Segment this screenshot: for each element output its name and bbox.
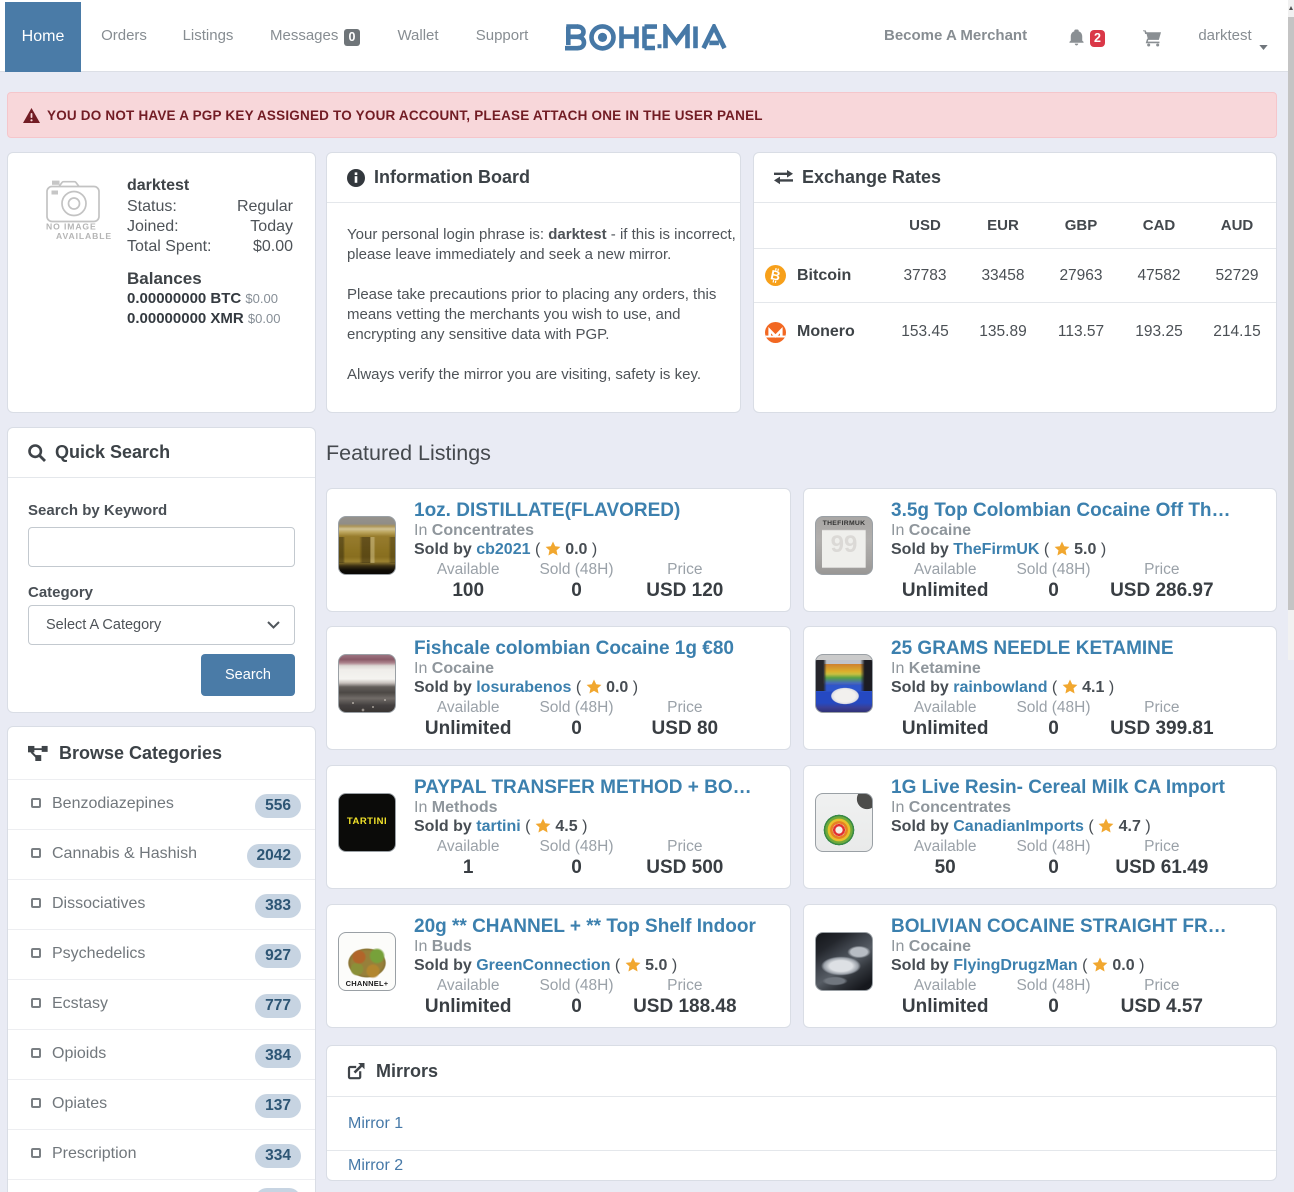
svg-text:NO IMAGE: NO IMAGE (46, 222, 97, 232)
svg-text:AVAILABLE: AVAILABLE (56, 231, 111, 240)
